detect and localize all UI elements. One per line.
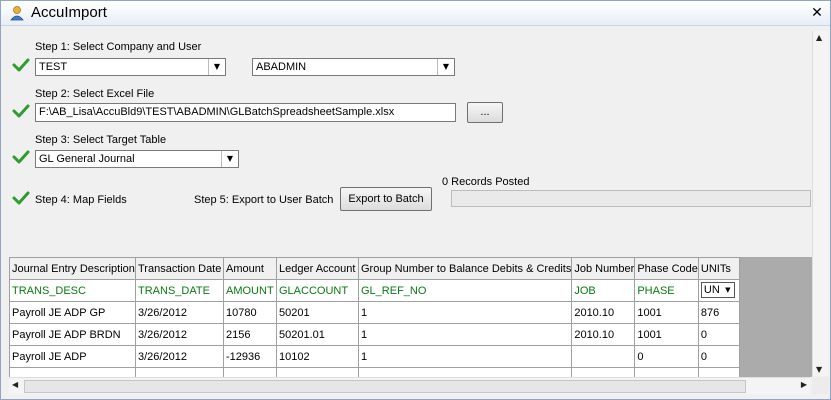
step2-label: Step 2: Select Excel File bbox=[35, 88, 155, 100]
table-cell bbox=[276, 367, 359, 377]
browse-button[interactable]: ... bbox=[467, 102, 503, 123]
table-cell: 50201.01 bbox=[276, 323, 359, 346]
table-cell: 3/26/2012 bbox=[135, 345, 224, 368]
table-cell bbox=[571, 367, 636, 377]
step1-label: Step 1: Select Company and User bbox=[35, 41, 202, 53]
table-cell: 2156 bbox=[223, 323, 277, 346]
user-value: ABADMIN bbox=[256, 61, 307, 73]
column-header[interactable]: UNITs bbox=[697, 257, 740, 280]
table-cell: Payroll JE ADP BRDN bbox=[9, 323, 136, 346]
scroll-left-icon[interactable]: ◀ bbox=[12, 380, 18, 389]
table-cell bbox=[223, 367, 277, 377]
table-cell: 1001 bbox=[634, 301, 699, 324]
horizontal-scrollbar[interactable]: ◀ ▶ bbox=[9, 377, 810, 394]
table-cell: 3/26/2012 bbox=[135, 323, 224, 346]
field-map-cell[interactable]: TRANS_DATE bbox=[135, 279, 224, 302]
table-cell: 2010.10 bbox=[571, 323, 636, 346]
table-cell: 0 bbox=[634, 345, 699, 368]
column-header[interactable]: Journal Entry Description bbox=[9, 257, 136, 280]
table-row[interactable]: Payroll JE ADP BRDN 3/26/2012 2156 50201… bbox=[9, 323, 740, 346]
step4-label: Step 4: Map Fields bbox=[35, 194, 127, 206]
field-map-cell[interactable]: GLACCOUNT bbox=[276, 279, 359, 302]
company-select[interactable]: TEST ▼ bbox=[35, 58, 226, 76]
file-path-input[interactable]: F:\AB_Lisa\AccuBld9\TEST\ABADMIN\GLBatch… bbox=[35, 103, 456, 122]
field-mapping-row: TRANS_DESC TRANS_DATE AMOUNT GLACCOUNT G… bbox=[9, 279, 740, 302]
table-cell bbox=[697, 367, 740, 377]
field-map-cell[interactable]: TRANS_DESC bbox=[9, 279, 136, 302]
table-cell bbox=[571, 345, 636, 368]
table-cell: Payroll JE ADP bbox=[9, 345, 136, 368]
column-header[interactable]: Amount bbox=[223, 257, 277, 280]
target-table-select[interactable]: GL General Journal ▼ bbox=[35, 150, 239, 168]
file-path-value: F:\AB_Lisa\AccuBld9\TEST\ABADMIN\GLBatch… bbox=[39, 106, 395, 118]
table-row[interactable] bbox=[9, 367, 740, 377]
user-icon bbox=[10, 6, 24, 21]
table-cell: 0 bbox=[697, 323, 740, 346]
chevron-down-icon[interactable]: ▼ bbox=[437, 59, 454, 75]
table-cell: -12936 bbox=[223, 345, 277, 368]
scroll-up-icon[interactable]: ▲ bbox=[816, 33, 822, 42]
check-icon bbox=[12, 104, 30, 118]
column-header[interactable]: Ledger Account bbox=[276, 257, 359, 280]
table-cell bbox=[9, 367, 136, 377]
units-field-select[interactable]: UN ▼ bbox=[700, 282, 735, 298]
table-cell: 0 bbox=[697, 345, 740, 368]
scroll-right-icon[interactable]: ▶ bbox=[801, 380, 807, 389]
window-title: AccuImport bbox=[31, 4, 107, 21]
scroll-down-icon[interactable]: ▼ bbox=[816, 365, 822, 374]
title-bar: AccuImport ✕ bbox=[1, 1, 830, 26]
chevron-down-icon[interactable]: ▼ bbox=[221, 151, 238, 167]
column-header[interactable]: Group Number to Balance Debits & Credits bbox=[357, 257, 573, 280]
column-header[interactable]: Transaction Date bbox=[135, 257, 224, 280]
column-header[interactable]: Job Number bbox=[571, 257, 636, 280]
table-cell bbox=[135, 367, 224, 377]
close-button[interactable]: ✕ bbox=[810, 6, 824, 20]
table-row[interactable]: Payroll JE ADP 3/26/2012 -12936 10102 1 … bbox=[9, 345, 740, 368]
field-map-cell: UN ▼ bbox=[697, 279, 740, 302]
scroll-corner bbox=[812, 377, 829, 394]
table-cell: 1 bbox=[357, 323, 573, 346]
export-to-batch-button[interactable]: Export to Batch bbox=[340, 187, 432, 211]
user-select[interactable]: ABADMIN ▼ bbox=[252, 58, 455, 76]
field-map-cell[interactable]: GL_REF_NO bbox=[357, 279, 573, 302]
table-cell bbox=[357, 367, 573, 377]
table-cell: 3/26/2012 bbox=[135, 301, 224, 324]
column-header-row: Journal Entry Description Transaction Da… bbox=[9, 257, 740, 280]
table-cell: Payroll JE ADP GP bbox=[9, 301, 136, 324]
table-cell: 1 bbox=[357, 345, 573, 368]
step3-label: Step 3: Select Target Table bbox=[35, 134, 167, 146]
check-icon bbox=[12, 191, 30, 205]
chevron-down-icon[interactable]: ▼ bbox=[208, 59, 225, 75]
field-map-cell[interactable]: JOB bbox=[571, 279, 636, 302]
accuimport-window: AccuImport ✕ Step 1: Select Company and … bbox=[0, 0, 831, 400]
field-map-cell[interactable]: PHASE bbox=[634, 279, 699, 302]
check-icon bbox=[12, 150, 30, 164]
table-cell: 1 bbox=[357, 301, 573, 324]
table-cell: 50201 bbox=[276, 301, 359, 324]
units-field-value: UN bbox=[703, 284, 720, 296]
table-cell bbox=[634, 367, 699, 377]
table-cell: 10780 bbox=[223, 301, 277, 324]
table-row[interactable]: Payroll JE ADP GP 3/26/2012 10780 50201 … bbox=[9, 301, 740, 324]
field-map-cell[interactable]: AMOUNT bbox=[223, 279, 277, 302]
table-cell: 10102 bbox=[276, 345, 359, 368]
data-grid: Journal Entry Description Transaction Da… bbox=[9, 257, 812, 377]
mapping-table: Journal Entry Description Transaction Da… bbox=[9, 257, 740, 377]
vertical-scrollbar[interactable]: ▲ ▼ bbox=[812, 31, 829, 376]
company-value: TEST bbox=[39, 61, 68, 73]
column-header[interactable]: Phase Code bbox=[634, 257, 699, 280]
table-cell: 2010.10 bbox=[571, 301, 636, 324]
table-cell: 1001 bbox=[634, 323, 699, 346]
records-posted-status: 0 Records Posted bbox=[442, 176, 530, 188]
table-cell: 876 bbox=[697, 301, 740, 324]
chevron-down-icon[interactable]: ▼ bbox=[722, 283, 734, 297]
horizontal-scroll-thumb[interactable] bbox=[24, 380, 746, 393]
check-icon bbox=[12, 58, 30, 72]
target-table-value: GL General Journal bbox=[39, 153, 135, 165]
export-progress-bar bbox=[451, 190, 811, 207]
step5-label: Step 5: Export to User Batch bbox=[194, 194, 334, 206]
